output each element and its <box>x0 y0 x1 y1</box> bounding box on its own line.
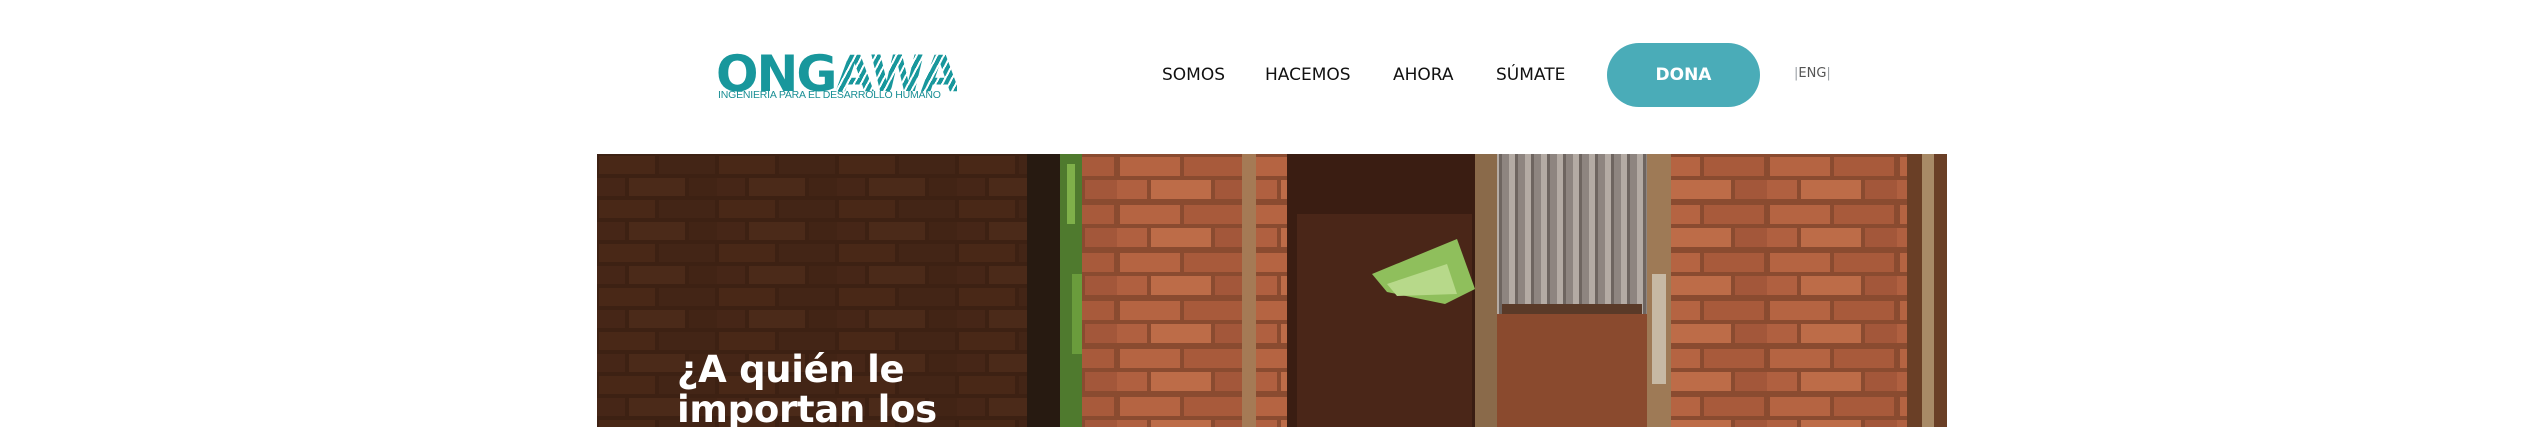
ongawa-logo[interactable]: ONGAWA INGENIERÍA PARA EL DESARROLLO HUM… <box>716 48 959 104</box>
language-switcher[interactable]: |ENG| <box>1794 64 1831 84</box>
donate-button[interactable]: DONA <box>1607 43 1760 107</box>
nav-item-somos[interactable]: SOMOS <box>1162 48 1225 102</box>
nav-item-hacemos[interactable]: HACEMOS <box>1265 48 1351 102</box>
nav-item-ahora[interactable]: AHORA <box>1393 48 1454 102</box>
hero-banner: ¿A quién le importan los <box>597 154 1947 427</box>
lang-divider-right: | <box>1826 66 1831 81</box>
logo-tagline: INGENIERÍA PARA EL DESARROLLO HUMANO <box>718 89 941 101</box>
hero-title: ¿A quién le importan los <box>677 348 937 427</box>
lang-eng-link[interactable]: ENG <box>1798 66 1826 81</box>
nav-item-sumate[interactable]: SÚMATE <box>1496 48 1565 102</box>
